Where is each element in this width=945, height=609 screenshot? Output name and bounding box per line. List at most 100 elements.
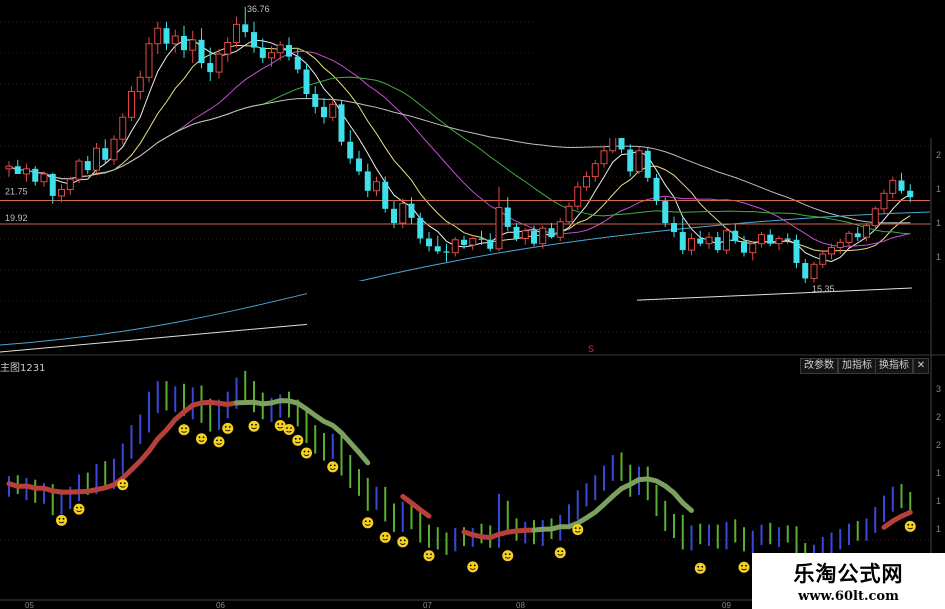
candle-body <box>836 241 844 249</box>
candle-body <box>145 43 153 78</box>
candle-body <box>487 239 494 249</box>
candle-body <box>93 147 100 171</box>
watermark-name: 乐淘公式网 <box>793 562 904 586</box>
smiley-icon <box>292 434 304 446</box>
smiley-eye <box>224 426 227 428</box>
candle-body <box>259 47 266 58</box>
smiley-eye <box>382 534 385 537</box>
smiley-icon <box>904 520 916 532</box>
smiley-eye <box>557 550 560 553</box>
candle-body <box>495 207 503 250</box>
smiley-eye <box>574 527 577 529</box>
smiley-eye <box>403 539 406 542</box>
candle-body <box>723 230 730 251</box>
smiley-eye <box>80 506 82 509</box>
candle-body <box>644 150 651 178</box>
smiley-eye <box>368 520 371 523</box>
candle-body <box>863 225 870 238</box>
smiley-eye <box>123 482 126 485</box>
candle-body <box>128 90 135 118</box>
price-high-label: 36.76 <box>247 4 270 14</box>
candle-body <box>207 63 214 73</box>
smiley-eye <box>508 553 511 556</box>
candle-body <box>251 32 257 48</box>
change-params-button[interactable]: 改参数 <box>800 358 838 374</box>
candle-body <box>828 247 835 255</box>
time-axis-label: 09 <box>722 601 731 609</box>
candle-body <box>426 238 432 247</box>
candle-body <box>793 239 800 264</box>
smiley-eye <box>426 553 428 556</box>
smiley-eye <box>62 517 65 520</box>
candle-body <box>224 41 232 55</box>
sub-axis-label: 3 <box>936 384 941 394</box>
obscured-region <box>307 281 637 327</box>
candle-body <box>233 23 240 43</box>
smiley-eye <box>303 450 306 453</box>
smiley-eye <box>745 564 747 567</box>
smiley-eye <box>430 553 432 556</box>
watermark-badge: 乐淘公式网 www.60lt.com <box>752 553 945 609</box>
switch-indicator-button[interactable]: 换指标 <box>875 358 913 374</box>
smiley-eye <box>220 439 222 442</box>
candle-body <box>181 35 187 51</box>
candle-body <box>741 241 747 253</box>
close-icon[interactable]: ✕ <box>913 358 929 374</box>
indicator-band <box>129 399 239 473</box>
candle-body <box>854 233 861 238</box>
candle-body <box>364 171 371 191</box>
smiley-icon <box>327 461 339 473</box>
sub-axis-label: 1 <box>936 496 941 506</box>
candle-body <box>775 237 783 245</box>
candle-body <box>749 243 757 254</box>
candle-body <box>58 188 65 197</box>
candle-body <box>504 207 511 227</box>
candle-body <box>697 238 704 244</box>
candle-body <box>119 116 127 140</box>
smiley-eye <box>578 527 581 529</box>
candle-body <box>451 239 459 254</box>
stock-chart-canvas[interactable]: 22222111 36.7615.3521.7519.92S 32211111 … <box>0 0 945 609</box>
candle-body <box>513 226 520 239</box>
add-indicator-button[interactable]: 加指标 <box>838 358 876 374</box>
smiley-icon <box>196 433 207 445</box>
smiley-eye <box>58 517 61 520</box>
horizontal-levels <box>0 199 930 225</box>
smiley-icon <box>502 550 514 562</box>
candle-body <box>907 190 914 198</box>
smiley-eye <box>399 539 402 542</box>
candle-body <box>565 205 573 223</box>
sub-axis-label: 1 <box>936 468 941 478</box>
smiley-icon <box>222 422 234 434</box>
smiley-eye <box>307 450 310 453</box>
price-low-label: 15.35 <box>812 284 835 294</box>
smiley-icon <box>213 436 225 448</box>
smiley-eye <box>333 464 336 467</box>
candle-body <box>679 232 686 251</box>
candle-body <box>548 228 555 238</box>
smiley-eye <box>364 520 367 523</box>
right-axis-label: 1 <box>936 184 941 194</box>
candle-body <box>880 192 888 210</box>
candle-body <box>215 53 223 73</box>
candle-body <box>312 94 319 107</box>
smiley-eye <box>473 564 476 567</box>
time-axis-label: 05 <box>25 601 34 609</box>
candle-body <box>802 263 809 279</box>
candle-body <box>102 148 109 160</box>
candle-body <box>294 56 301 70</box>
smiley-icon <box>283 424 295 436</box>
smiley-icon <box>362 517 374 529</box>
smiley-icon <box>572 524 584 536</box>
candle-body <box>583 176 590 188</box>
candle-body <box>714 237 721 251</box>
time-axis-label: 06 <box>216 601 225 609</box>
smiley-eye <box>216 439 218 442</box>
smiley-icon <box>73 503 85 515</box>
time-axis-label: 07 <box>423 601 432 609</box>
right-axis-label: 1 <box>936 218 941 228</box>
smiley-eye <box>701 565 704 568</box>
candle-body <box>688 237 695 251</box>
time-axis-label: 08 <box>516 601 525 609</box>
candle-body <box>705 236 713 245</box>
